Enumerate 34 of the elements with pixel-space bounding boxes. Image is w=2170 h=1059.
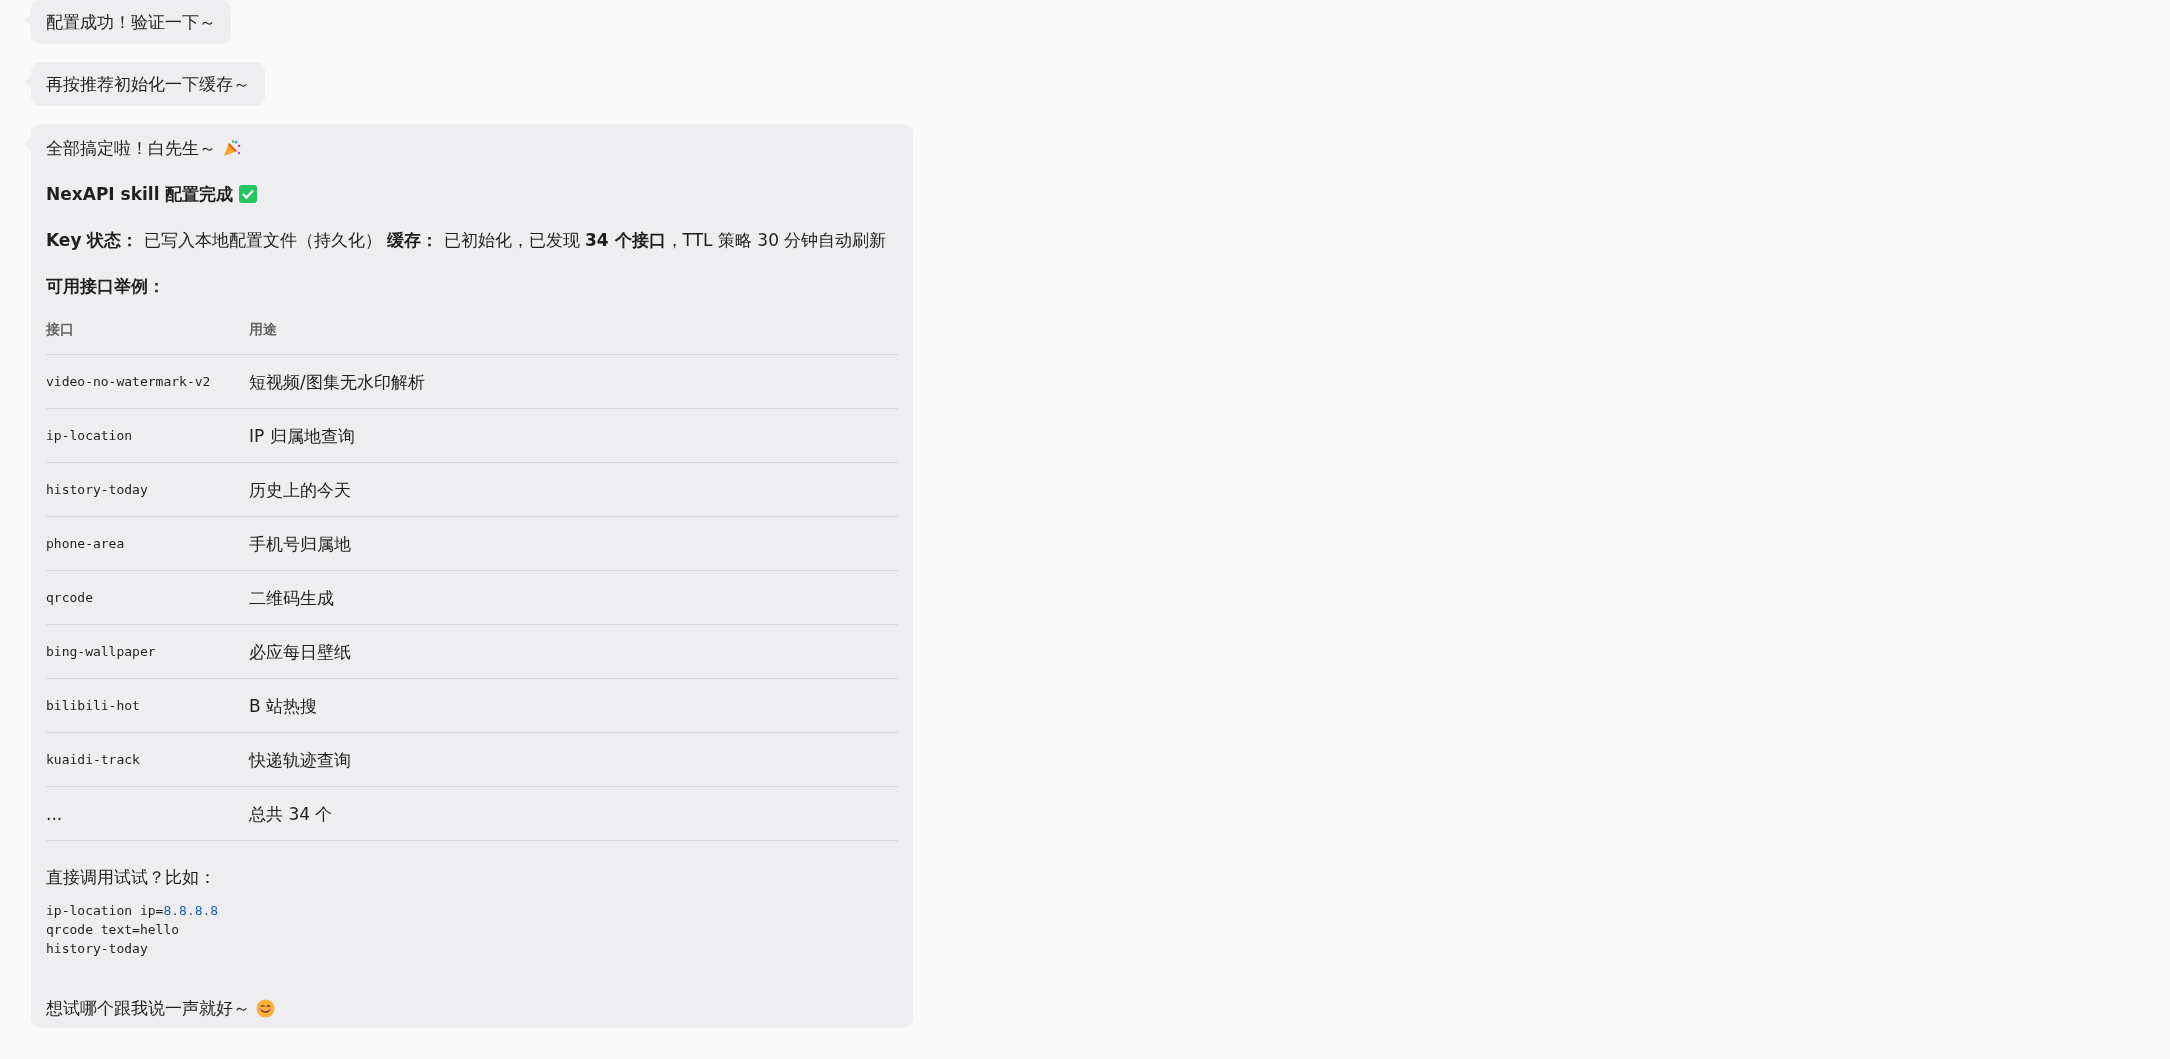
- greeting-text: 全部搞定啦！白先生～: [46, 137, 216, 160]
- table-cell-text: 必应每日壁纸: [249, 640, 352, 664]
- prompt-text: 直接调用试试？比如：: [46, 866, 216, 889]
- code-line: history-today: [46, 940, 149, 958]
- status-text: Key 状态： 已写入本地配置文件（持久化） 缓存： 已初始化，已发现 34 个接口，TTL 策略 30 分钟自动刷新: [46, 229, 887, 252]
- table-cell-text: 手机号归属地: [249, 532, 352, 556]
- table-cell-text: kuaidi-track: [46, 750, 141, 769]
- table-cell-text: 历史上的今天: [249, 478, 352, 502]
- check-icon: [239, 185, 258, 203]
- code-line: qrcode text=hello: [46, 921, 181, 939]
- table-cell-text: 二维码生成: [249, 586, 335, 610]
- table-cell-text: bing-wallpaper: [46, 642, 157, 661]
- table-cell-text: qrcode: [46, 588, 94, 607]
- smile-icon: [256, 998, 275, 1018]
- table-cell-text: video-no-watermark-v2: [46, 372, 212, 391]
- table-cell-text: ...: [46, 802, 64, 826]
- party-popper-icon: [222, 138, 242, 158]
- heading-text: NexAPI skill 配置完成: [46, 183, 234, 206]
- table-cell-text: IP 归属地查询: [249, 424, 356, 448]
- table-cell-text: 短视频/图集无水印解析: [249, 370, 426, 394]
- table-cell-text: history-today: [46, 480, 149, 499]
- table-cell-text: bilibili-hot: [46, 696, 141, 715]
- table-cell-text: 快递轨迹查询: [249, 748, 352, 772]
- section-title: 可用接口举例：: [46, 275, 165, 298]
- message-text: 再按推荐初始化一下缓存～: [46, 74, 250, 94]
- table-cell-text: ip-location: [46, 426, 134, 445]
- column-header: 用途: [249, 320, 278, 339]
- table-cell-text: 总共 34 个: [249, 802, 334, 826]
- table-cell-text: B 站热搜: [249, 694, 319, 718]
- column-header: 接口: [46, 320, 75, 339]
- code-line: ip-location ip=8.8.8.8: [46, 902, 220, 920]
- closing-text: 想试哪个跟我说一声就好～: [46, 997, 250, 1020]
- table-cell-text: phone-area: [46, 534, 126, 553]
- message-text: 配置成功！验证一下～: [46, 12, 216, 32]
